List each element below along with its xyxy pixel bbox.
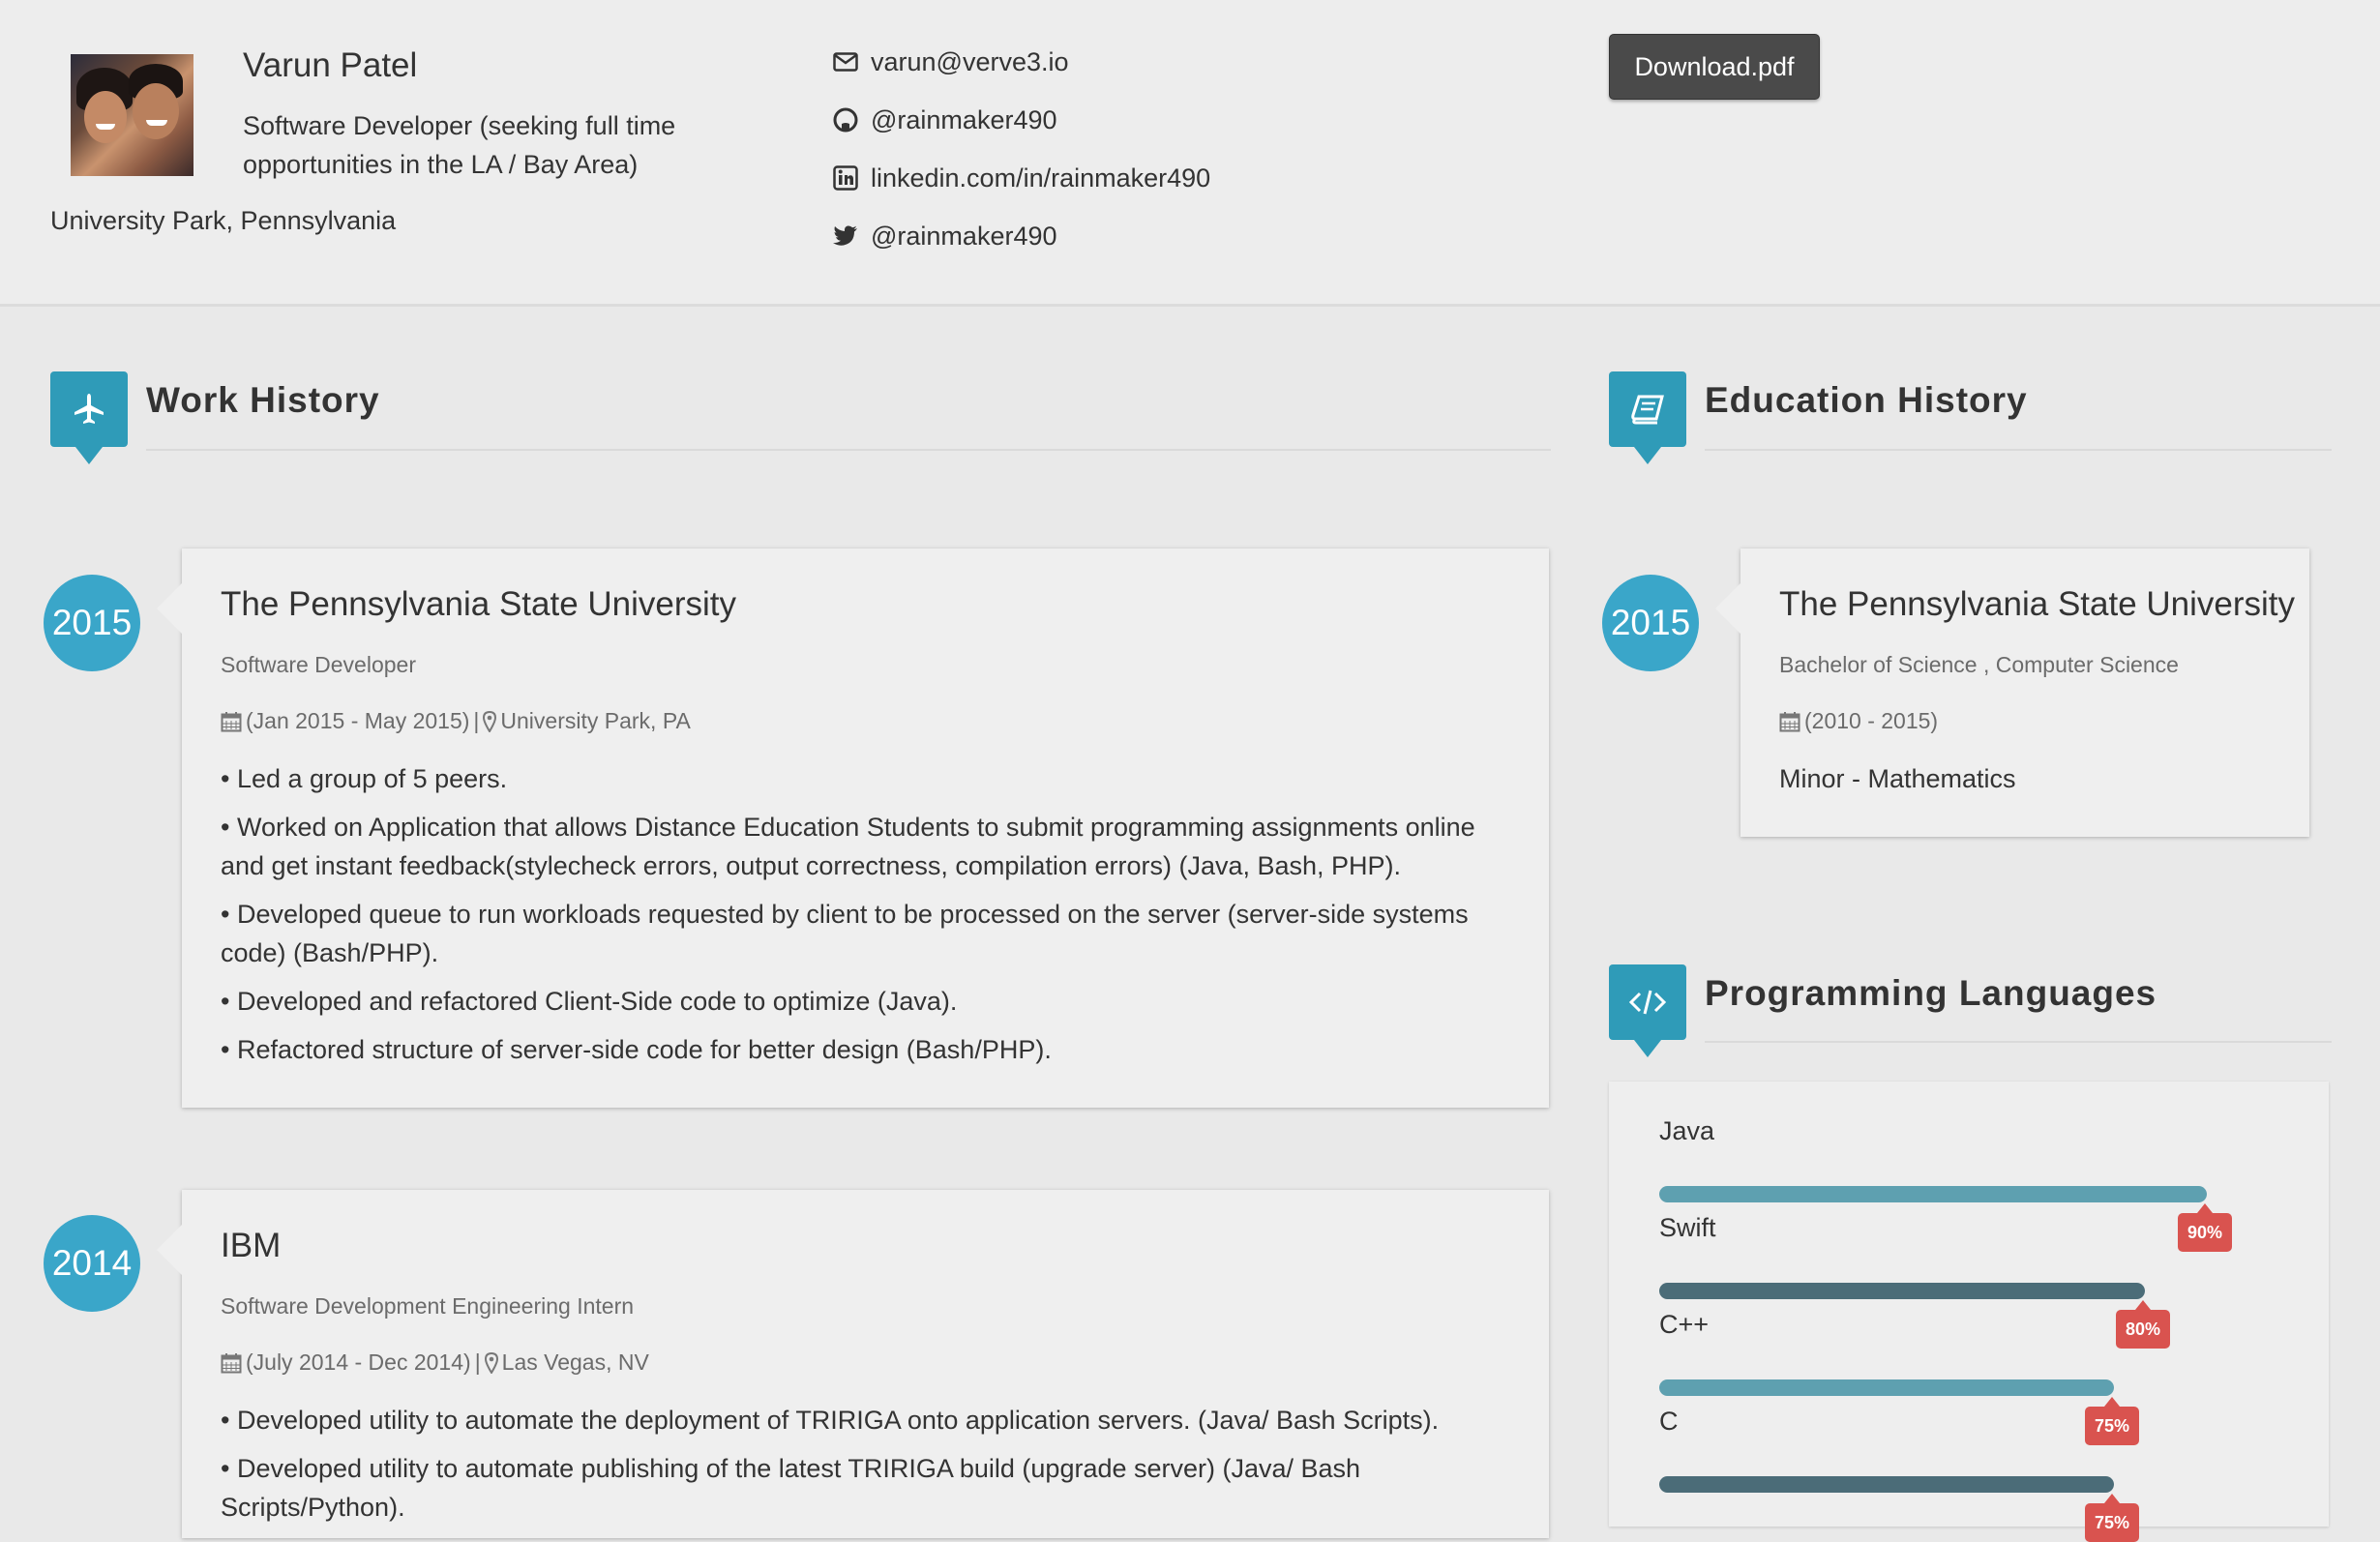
- job-bullet: • Led a group of 5 peers.: [221, 764, 508, 793]
- job-meta: (Jan 2015 - May 2015) | University Park,…: [221, 708, 691, 734]
- job-company: IBM: [221, 1227, 282, 1264]
- book-icon: [1609, 371, 1686, 464]
- contact-linkedin-text[interactable]: linkedin.com/in/rainmaker490: [871, 163, 1210, 193]
- language-percent-badge: 80%: [2116, 1300, 2170, 1349]
- language-name: Swift: [1659, 1213, 1716, 1242]
- work-history-divider: [146, 449, 1551, 451]
- contact-github-text[interactable]: @rainmaker490: [871, 105, 1057, 135]
- job-bullet: • Developed utility to automate the depl…: [221, 1406, 1440, 1435]
- language-percent-badge: 90%: [2178, 1203, 2232, 1252]
- contact-list: varun@verve3.io @rainmaker490 linkedin.c…: [832, 33, 1210, 265]
- language-name: Java: [1659, 1116, 1715, 1145]
- job-card: The Pennsylvania State University Softwa…: [157, 549, 1549, 1108]
- language-name: C++: [1659, 1310, 1710, 1339]
- contact-twitter[interactable]: @rainmaker490: [832, 207, 1210, 265]
- education-degree: Bachelor of Science , Computer Science: [1779, 652, 2179, 677]
- linkedin-icon: [832, 164, 859, 192]
- job-bullet-list: • Led a group of 5 peers. • Worked on Ap…: [221, 759, 1510, 1079]
- code-icon: [1609, 964, 1686, 1057]
- contact-twitter-text[interactable]: @rainmaker490: [871, 222, 1057, 252]
- profile-name: Varun Patel: [243, 46, 418, 84]
- language-skill-bar: [1659, 1186, 2207, 1202]
- airplane-icon: [50, 371, 128, 464]
- contact-github[interactable]: @rainmaker490: [832, 91, 1210, 149]
- profile-location: University Park, Pennsylvania: [50, 206, 397, 235]
- twitter-icon: [832, 222, 859, 250]
- job-bullet: • Refactored structure of server-side co…: [221, 1035, 1052, 1064]
- language-skill-bar: [1659, 1379, 2114, 1396]
- job-company: The Pennsylvania State University: [221, 585, 737, 623]
- job-bullet: • Worked on Application that allows Dist…: [221, 813, 1475, 880]
- work-history-title: Work History: [146, 380, 380, 420]
- job-year-badge: 2015: [44, 575, 140, 671]
- job-bullet-list: • Developed utility to automate the depl…: [221, 1401, 1510, 1536]
- contact-linkedin[interactable]: linkedin.com/in/rainmaker490: [832, 149, 1210, 207]
- education-dates: (2010 - 2015): [1804, 708, 1939, 733]
- avatar: [71, 54, 193, 176]
- contact-email[interactable]: varun@verve3.io: [832, 33, 1210, 91]
- github-icon: [832, 106, 859, 133]
- job-meta: (July 2014 - Dec 2014) | Las Vegas, NV: [221, 1349, 649, 1376]
- language-name: C: [1659, 1407, 1679, 1436]
- job-place: University Park, PA: [500, 708, 691, 733]
- education-school: The Pennsylvania State University: [1779, 585, 2296, 623]
- job-dates: (Jan 2015 - May 2015): [246, 708, 470, 733]
- calendar-icon: [1779, 711, 1800, 732]
- language-percent-badge: 75%: [2085, 1494, 2139, 1542]
- language-skill-bar: [1659, 1283, 2145, 1299]
- language-skill-list: Java 90% Swift 80% C++ 75% C 75%: [1609, 1082, 2329, 1542]
- job-bullet: • Developed utility to automate publishi…: [221, 1454, 1361, 1522]
- education-minor: Minor - Mathematics: [1779, 764, 2016, 793]
- download-pdf-button[interactable]: Download.pdf: [1609, 34, 1820, 100]
- job-dates: (July 2014 - Dec 2014): [246, 1349, 471, 1375]
- programming-languages-divider: [1705, 1041, 2332, 1043]
- calendar-icon: [221, 1352, 242, 1374]
- programming-languages-title: Programming Languages: [1705, 973, 2157, 1013]
- job-role: Software Developer: [221, 652, 416, 677]
- job-role: Software Development Engineering Intern: [221, 1293, 635, 1319]
- job-bullet: • Developed and refactored Client-Side c…: [221, 987, 958, 1016]
- education-meta: (2010 - 2015): [1779, 708, 1938, 734]
- meta-separator: |: [473, 708, 480, 733]
- meta-separator: |: [474, 1349, 481, 1375]
- job-year-badge: 2014: [44, 1215, 140, 1312]
- envelope-icon: [832, 48, 859, 75]
- education-card: The Pennsylvania State University Bachel…: [1715, 549, 2309, 837]
- profile-header: Varun Patel Software Developer (seeking …: [0, 0, 2380, 307]
- language-percent-badge: 75%: [2085, 1397, 2139, 1445]
- education-history-divider: [1705, 449, 2332, 451]
- profile-tagline: Software Developer (seeking full time op…: [243, 111, 676, 179]
- calendar-icon: [221, 711, 242, 732]
- language-skill-bar: [1659, 1476, 2114, 1493]
- map-marker-icon: [484, 1351, 498, 1374]
- education-history-title: Education History: [1705, 380, 2028, 420]
- job-card: IBM Software Development Engineering Int…: [157, 1190, 1549, 1538]
- job-bullet: • Developed queue to run workloads reque…: [221, 900, 1469, 967]
- job-place: Las Vegas, NV: [501, 1349, 649, 1375]
- map-marker-icon: [483, 710, 497, 732]
- education-year-badge: 2015: [1602, 575, 1699, 671]
- contact-email-text[interactable]: varun@verve3.io: [871, 47, 1069, 77]
